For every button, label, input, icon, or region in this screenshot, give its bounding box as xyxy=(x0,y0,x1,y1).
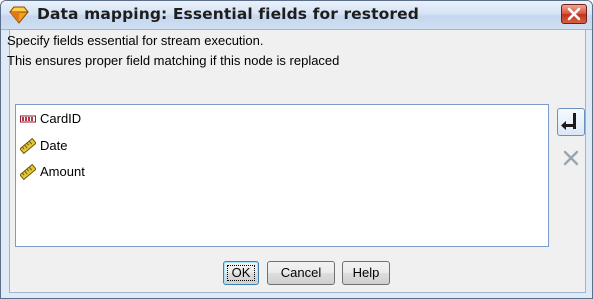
field-label: Amount xyxy=(40,164,85,179)
dialog-window: Data mapping: Essential fields for resto… xyxy=(0,0,593,299)
cancel-button[interactable]: Cancel xyxy=(267,261,335,285)
help-button[interactable]: Help xyxy=(342,261,390,285)
field-label: CardID xyxy=(40,111,82,126)
add-field-icon xyxy=(561,113,576,130)
continuous-ruler-icon xyxy=(19,137,37,155)
diamond-node-icon xyxy=(8,6,30,24)
continuous-ruler-icon xyxy=(19,163,37,181)
field-label: Date xyxy=(40,138,68,153)
close-icon xyxy=(567,7,581,21)
essential-fields-list[interactable]: CardID Date Amount xyxy=(15,104,549,247)
nominal-type-icon xyxy=(20,111,36,127)
add-field-button[interactable] xyxy=(557,108,585,136)
window-title: Data mapping: Essential fields for resto… xyxy=(37,5,419,23)
ok-button[interactable]: OK xyxy=(223,261,259,285)
remove-field-icon xyxy=(563,150,579,166)
remove-field-button[interactable] xyxy=(557,144,585,172)
cancel-label: Cancel xyxy=(280,265,322,280)
close-button[interactable] xyxy=(561,4,587,24)
description-line-1: Specify fields essential for stream exec… xyxy=(7,33,264,48)
title-bar[interactable]: Data mapping: Essential fields for resto… xyxy=(1,1,592,30)
focus-rectangle xyxy=(227,265,255,281)
help-label: Help xyxy=(352,265,380,280)
description-line-2: This ensures proper field matching if th… xyxy=(7,53,340,68)
